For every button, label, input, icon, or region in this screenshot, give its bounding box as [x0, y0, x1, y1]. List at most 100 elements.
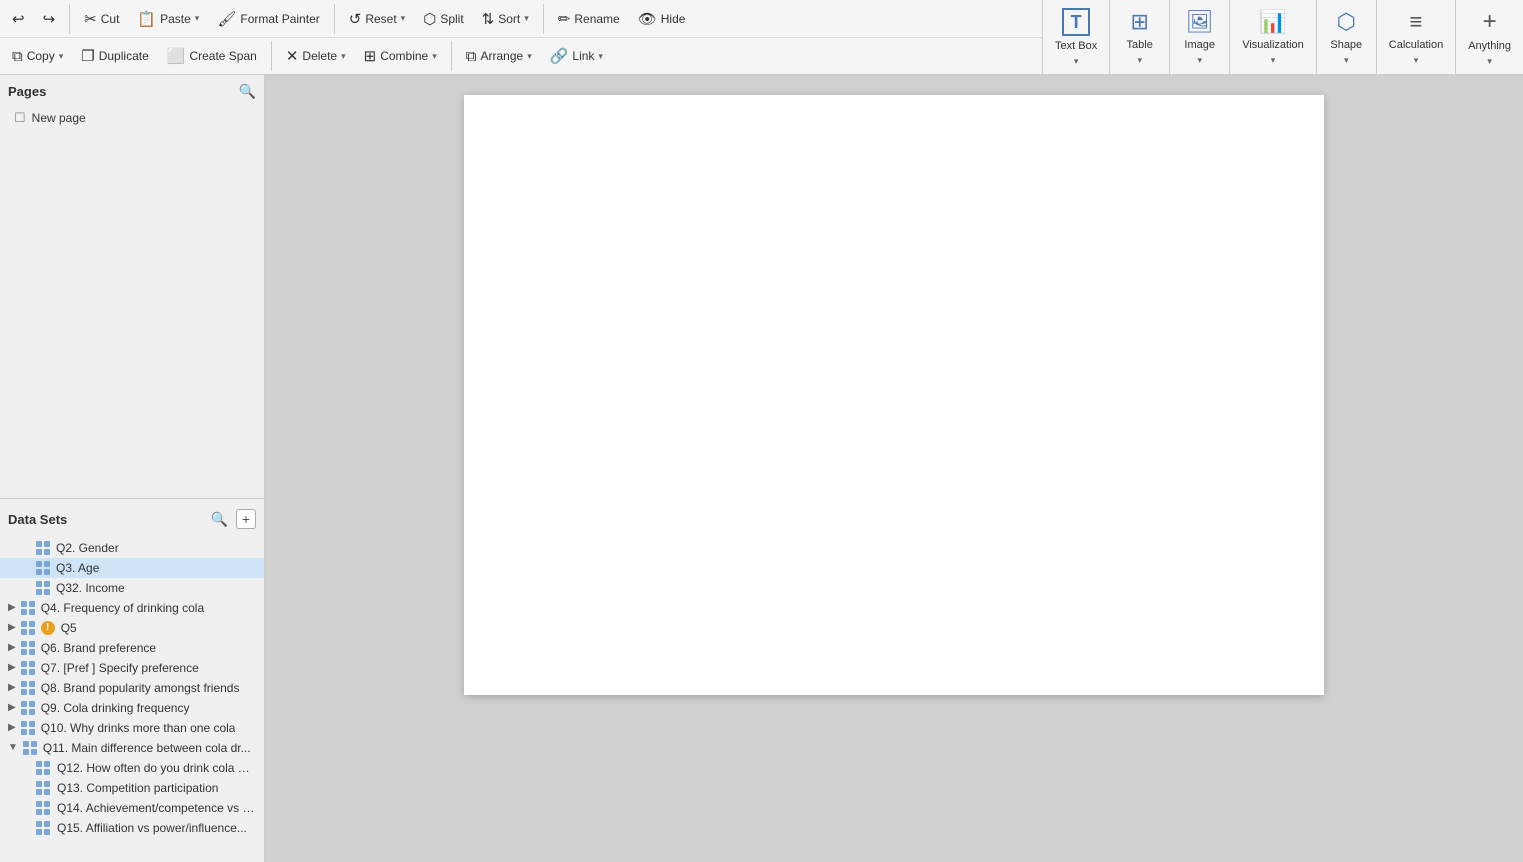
list-item[interactable]: Q3. Age: [0, 558, 264, 578]
duplicate-label: Duplicate: [99, 49, 149, 63]
format-painter-button[interactable]: 🖌 Format Painter: [209, 6, 327, 32]
page-item-new[interactable]: ☐ New page: [8, 106, 256, 130]
insert-calculation-button[interactable]: ≡ Calculation ▾: [1377, 0, 1456, 75]
pages-canvas-area: [0, 134, 264, 494]
visualization-label: Visualization: [1242, 39, 1304, 51]
dataset-item-label: Q4. Frequency of drinking cola: [41, 601, 204, 615]
expand-arrow: ▶: [8, 642, 16, 653]
datasets-list: Q2. Gender Q3. Age Q32. Income: [0, 536, 264, 862]
sub-icon: [36, 821, 50, 835]
reset-arrow: ▾: [401, 13, 406, 24]
datasets-search-button[interactable]: 🔍: [209, 509, 230, 530]
dataset-item-label: Q5: [61, 621, 77, 635]
duplicate-button[interactable]: ❐ Duplicate: [73, 43, 156, 69]
list-item[interactable]: ▶ Q6. Brand preference: [0, 638, 264, 658]
create-span-button[interactable]: ⬜ Create Span: [159, 43, 265, 69]
calculation-arrow: ▾: [1414, 55, 1419, 66]
list-item[interactable]: ▶ Q4. Frequency of drinking cola: [0, 598, 264, 618]
textbox-big-icon: T: [1062, 8, 1090, 36]
hide-icon: 👁: [638, 10, 657, 28]
pages-header: Pages 🔍: [8, 83, 256, 100]
dataset-item-label: Q32. Income: [56, 581, 125, 595]
list-item[interactable]: ▶ Q8. Brand popularity amongst friends: [0, 678, 264, 698]
calculation-big-icon: ≡: [1410, 9, 1423, 35]
anything-big-icon: +: [1483, 8, 1497, 36]
sub-icon: [36, 761, 50, 775]
undo-button[interactable]: ↩: [4, 6, 33, 32]
delete-label: Delete: [302, 49, 337, 63]
list-item[interactable]: Q2. Gender: [0, 538, 264, 558]
sort-label: Sort: [498, 12, 520, 26]
toolbar-row-2: ⧉ Copy ▾ ❐ Duplicate ⬜ Create Span ✕ Del…: [0, 37, 1042, 74]
insert-image-button[interactable]: 🖼 Image ▾: [1170, 0, 1230, 75]
cut-button[interactable]: ✂ Cut: [76, 6, 127, 32]
paste-icon: 📋: [137, 10, 156, 28]
paste-button[interactable]: 📋 Paste ▾: [129, 6, 207, 32]
copy-label: Copy: [27, 49, 55, 63]
list-item[interactable]: ▶ Q10. Why drinks more than one cola: [0, 718, 264, 738]
insert-table-button[interactable]: ⊞ Table ▾: [1110, 0, 1170, 75]
list-item[interactable]: Q14. Achievement/competence vs aff...: [0, 798, 264, 818]
split-button[interactable]: ⬡ Split: [415, 6, 471, 32]
list-item[interactable]: Q13. Competition participation: [0, 778, 264, 798]
sep2: [334, 4, 335, 34]
copy-icon: ⧉: [12, 48, 23, 65]
delete-arrow: ▾: [341, 51, 346, 62]
list-item[interactable]: ▶ Q9. Cola drinking frequency: [0, 698, 264, 718]
create-span-label: Create Span: [189, 49, 256, 63]
list-item[interactable]: Q32. Income: [0, 578, 264, 598]
insert-shape-button[interactable]: ⬡ Shape ▾: [1317, 0, 1377, 75]
expand-arrow: ▶: [8, 722, 16, 733]
expand-arrow: ▶: [8, 622, 16, 633]
shape-arrow: ▾: [1344, 55, 1349, 66]
insert-visualization-button[interactable]: 📊 Visualization ▾: [1230, 0, 1317, 75]
pages-title: Pages: [8, 84, 46, 99]
dataset-item-label: Q7. [Pref ] Specify preference: [41, 661, 199, 675]
sidebar-divider: [0, 498, 264, 499]
expand-arrow: ▶: [8, 702, 16, 713]
split-icon: ⬡: [423, 10, 436, 28]
link-button[interactable]: 🔗 Link ▾: [542, 43, 611, 69]
visualization-big-icon: 📊: [1259, 9, 1286, 35]
datasets-add-button[interactable]: +: [236, 509, 256, 529]
sort-button[interactable]: ⇅ Sort ▾: [474, 6, 537, 32]
dataset-item-label: Q2. Gender: [56, 541, 119, 555]
hide-button[interactable]: 👁 Hide: [630, 6, 694, 32]
textbox-arrow: ▾: [1074, 56, 1079, 67]
dataset-item-label: Q15. Affiliation vs power/influence...: [57, 821, 247, 835]
redo-button[interactable]: ↪: [35, 6, 64, 32]
list-item[interactable]: ▶ Q7. [Pref ] Specify preference: [0, 658, 264, 678]
delete-button[interactable]: ✕ Delete ▾: [278, 43, 354, 69]
format-painter-label: Format Painter: [240, 12, 319, 26]
cut-icon: ✂: [84, 10, 97, 28]
insert-textbox-button[interactable]: T Text Box ▾: [1043, 0, 1110, 75]
list-item[interactable]: ▼ Q11. Main difference between cola dr..…: [0, 738, 264, 758]
redo-icon: ↪: [43, 10, 56, 28]
link-arrow: ▾: [598, 51, 603, 62]
dataset-item-label: Q13. Competition participation: [57, 781, 218, 795]
group-icon: [21, 681, 35, 695]
image-arrow: ▾: [1197, 55, 1202, 66]
rename-button[interactable]: ✏ Rename: [550, 6, 628, 32]
expand-arrow: ▶: [8, 662, 16, 673]
anything-arrow: ▾: [1487, 56, 1492, 67]
insert-anything-button[interactable]: + Anything ▾: [1456, 0, 1523, 75]
sep5: [451, 41, 452, 71]
reset-button[interactable]: ↺ Reset ▾: [341, 6, 413, 32]
warning-icon: !: [41, 621, 55, 635]
arrange-button[interactable]: ⧉ Arrange ▾: [458, 44, 540, 69]
dataset-item-label: Q3. Age: [56, 561, 99, 575]
copy-button[interactable]: ⧉ Copy ▾: [4, 44, 71, 69]
group-icon: [21, 621, 35, 635]
list-item[interactable]: Q15. Affiliation vs power/influence...: [0, 818, 264, 838]
datasets-section: Data Sets 🔍 + Q2. Gender: [0, 503, 264, 862]
list-item[interactable]: Q12. How often do you drink cola wi...: [0, 758, 264, 778]
list-item[interactable]: ▶ ! Q5: [0, 618, 264, 638]
datasets-title: Data Sets: [8, 512, 67, 527]
link-label: Link: [572, 49, 594, 63]
pages-search-icon[interactable]: 🔍: [239, 83, 256, 100]
combine-button[interactable]: ⊞ Combine ▾: [356, 43, 445, 69]
dataset-item-label: Q12. How often do you drink cola wi...: [57, 761, 256, 775]
reset-label: Reset: [365, 12, 396, 26]
sort-icon: ⇅: [482, 10, 495, 28]
